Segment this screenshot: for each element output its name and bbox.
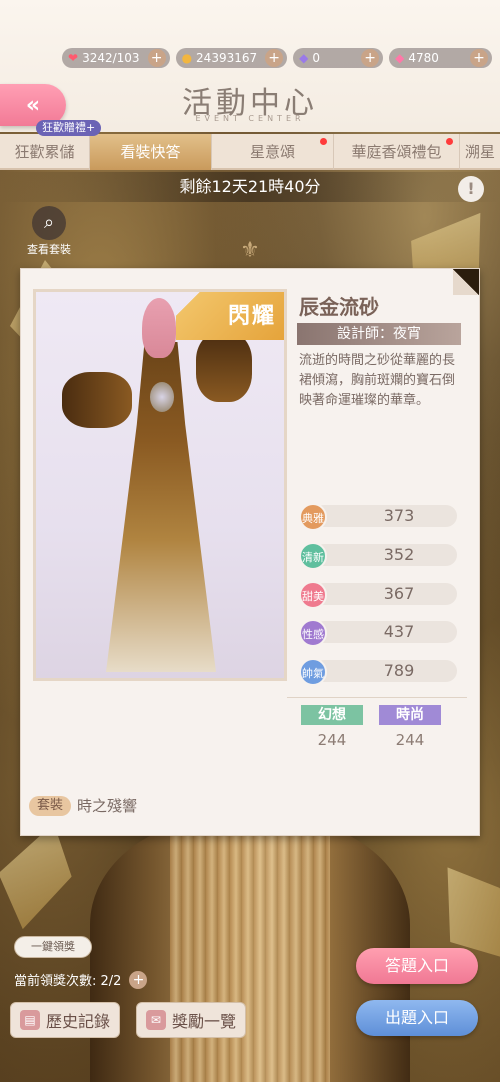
outfit-description: 流逝的時間之砂從華麗的長裙傾瀉，胸前斑斕的寶石倒映著命運璀璨的華章。 bbox=[299, 353, 456, 408]
attribute-row: 性感 437 bbox=[299, 619, 459, 648]
gem-brooch bbox=[150, 382, 174, 412]
category-value: 244 bbox=[317, 731, 347, 749]
add-stamina-button[interactable]: + bbox=[147, 49, 166, 67]
history-label: 歷史記錄 bbox=[45, 1012, 110, 1031]
attribute-list: 典雅 373 清新 352 甜美 367 性感 437 帥氣 789 bbox=[299, 503, 459, 697]
claim-count: 當前領獎次數: 2/2 + bbox=[14, 970, 148, 989]
view-outfit-label: 查看套裝 bbox=[27, 243, 71, 256]
view-outfit-button[interactable]: ⌕ 查看套裝 bbox=[22, 206, 76, 257]
gold-currency[interactable]: ● 24393167 + bbox=[175, 48, 288, 68]
attribute-badge: 帥氣 bbox=[299, 658, 327, 687]
history-button[interactable]: ▤ 歷史記錄 bbox=[10, 1002, 120, 1038]
stamina-value: 3242/103 bbox=[82, 51, 140, 65]
coin-icon: ● bbox=[181, 51, 193, 65]
countdown-timer: 剩餘12天21時40分 bbox=[0, 172, 500, 202]
attribute-value: 367 bbox=[383, 583, 415, 603]
attribute-row: 帥氣 789 bbox=[299, 658, 459, 687]
suit-row: 套裝 時之殘響 bbox=[29, 795, 137, 816]
add-claim-button[interactable]: + bbox=[129, 970, 148, 989]
tab-label: 華庭香頌禮包 bbox=[351, 143, 442, 161]
diamond-currency[interactable]: ◆ 4780 + bbox=[389, 48, 492, 68]
attribute-row: 典雅 373 bbox=[299, 503, 459, 531]
figure-sleeve bbox=[196, 332, 252, 402]
attribute-badge: 清新 bbox=[299, 541, 327, 570]
gift-badge: 狂歡贈禮+ bbox=[36, 120, 102, 136]
quiz-entry-button[interactable]: 出題入口 bbox=[356, 1000, 478, 1036]
category-label: 時尚 bbox=[379, 705, 441, 725]
attribute-value: 352 bbox=[383, 544, 415, 564]
gold-value: 24393167 bbox=[196, 51, 258, 65]
attribute-row: 甜美 367 bbox=[299, 580, 459, 609]
header: ❤ 3242/103 + ● 24393167 + ◆ 0 + ◆ 4780 +… bbox=[0, 0, 500, 132]
claim-all-button[interactable]: 一鍵領獎 bbox=[14, 936, 92, 958]
designer-label: 設計師：夜宵 bbox=[297, 323, 461, 345]
rewards-label: 獎勵一覽 bbox=[171, 1012, 236, 1031]
tab-trace-star[interactable]: 溯星 bbox=[460, 134, 500, 170]
exclamation-icon: ! bbox=[467, 179, 475, 198]
outfit-portrait: 閃耀 bbox=[33, 289, 287, 681]
attribute-badge: 性感 bbox=[299, 619, 327, 648]
fleur-ornament-icon: ⚜ bbox=[240, 238, 260, 263]
heart-icon: ❤ bbox=[68, 51, 79, 65]
tab-label: 看裝快答 bbox=[120, 143, 181, 161]
suit-name: 時之殘響 bbox=[77, 797, 138, 815]
tab-carnival-recharge[interactable]: 狂歡累儲 bbox=[0, 134, 90, 170]
category-label: 幻想 bbox=[301, 705, 363, 725]
notification-dot bbox=[446, 138, 453, 145]
double-chevron-left-icon: « bbox=[25, 92, 41, 118]
info-button[interactable]: ! bbox=[458, 176, 484, 202]
category-value: 244 bbox=[395, 731, 425, 749]
rewards-button[interactable]: ✉ 獎勵一覽 bbox=[136, 1002, 246, 1038]
figure-sleeve bbox=[62, 372, 132, 428]
tab-outfit-quiz[interactable]: 看裝快答 bbox=[90, 134, 212, 170]
attribute-value: 789 bbox=[383, 661, 415, 681]
tab-star-ode[interactable]: 星意頌 bbox=[212, 134, 334, 170]
outfit-card: 閃耀 辰金流砂 設計師：夜宵 流逝的時間之砂從華麗的長裙傾瀉，胸前斑斕的寶石倒映… bbox=[20, 268, 480, 836]
suit-tag: 套裝 bbox=[29, 795, 72, 816]
tab-label: 狂歡累儲 bbox=[14, 143, 75, 161]
currency-bar: ❤ 3242/103 + ● 24393167 + ◆ 0 + ◆ 4780 + bbox=[62, 46, 492, 70]
gift-icon: ✉ bbox=[145, 1010, 166, 1030]
diamond-value: 4780 bbox=[408, 51, 439, 65]
crystal-icon: ◆ bbox=[299, 51, 309, 65]
attribute-value: 437 bbox=[383, 622, 415, 642]
attribute-badge: 典雅 bbox=[299, 503, 327, 531]
add-gold-button[interactable]: + bbox=[265, 49, 284, 67]
crystal-currency[interactable]: ◆ 0 + bbox=[293, 48, 384, 68]
magnifier-icon: ⌕ bbox=[32, 206, 66, 240]
answer-entry-button[interactable]: 答題入口 bbox=[356, 948, 478, 984]
tab-bar: 狂歡累儲 看裝快答 星意頌 華庭香頌禮包 溯星 bbox=[0, 134, 500, 170]
attribute-row: 清新 352 bbox=[299, 541, 459, 570]
tab-gift-pack[interactable]: 華庭香頌禮包 bbox=[334, 134, 460, 170]
category-fashion: 時尚 244 bbox=[379, 705, 441, 749]
outfit-name: 辰金流砂 bbox=[299, 295, 379, 319]
divider bbox=[287, 697, 467, 698]
folded-corner bbox=[453, 269, 479, 295]
figure-head bbox=[142, 298, 176, 358]
tab-label: 星意頌 bbox=[249, 143, 295, 161]
add-crystal-button[interactable]: + bbox=[361, 49, 380, 67]
add-diamond-button[interactable]: + bbox=[470, 49, 488, 67]
attribute-value: 373 bbox=[383, 506, 415, 525]
rarity-ribbon: 閃耀 bbox=[176, 292, 284, 340]
category-fantasy: 幻想 244 bbox=[301, 705, 363, 749]
background-hair bbox=[170, 830, 330, 1082]
notification-dot bbox=[320, 138, 327, 145]
tab-label: 溯星 bbox=[464, 143, 495, 161]
attribute-badge: 甜美 bbox=[299, 580, 327, 609]
diamond-icon: ◆ bbox=[395, 51, 405, 65]
claim-count-label: 當前領獎次數: 2/2 bbox=[14, 974, 122, 989]
crystal-value: 0 bbox=[312, 51, 320, 65]
card-icon: ▤ bbox=[19, 1010, 40, 1030]
stamina-currency[interactable]: ❤ 3242/103 + bbox=[62, 48, 170, 68]
